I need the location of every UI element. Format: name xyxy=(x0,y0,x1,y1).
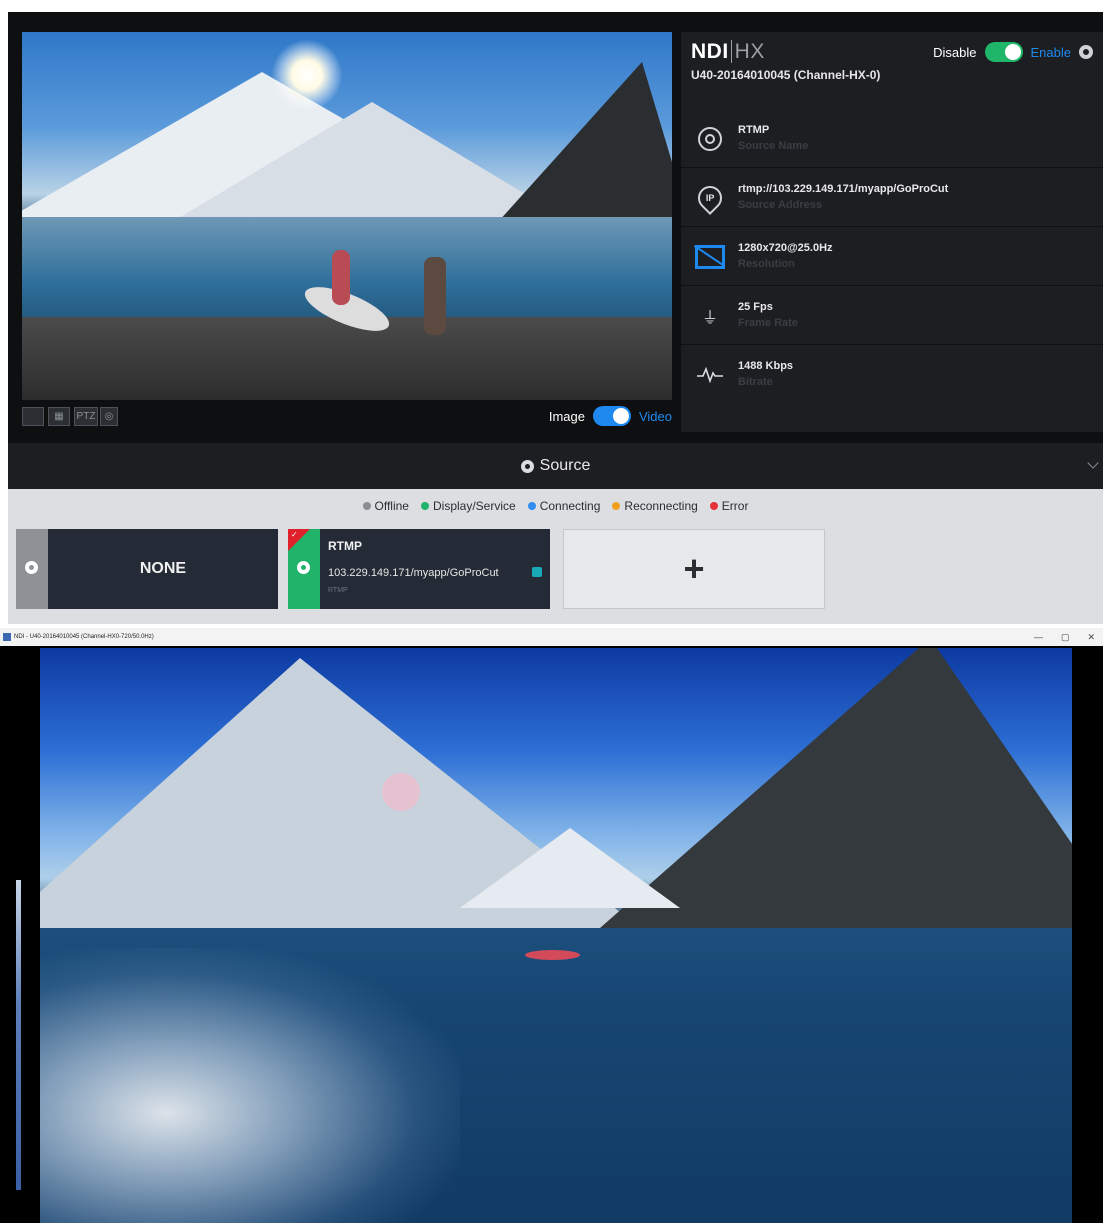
legend-label: Connecting xyxy=(539,499,601,513)
preview-toolbar: ▦ PTZ ◎ Image Video xyxy=(22,402,672,430)
image-video-switch: Image Video xyxy=(549,402,672,430)
image-label: Image xyxy=(548,408,585,424)
legend-label: Offline xyxy=(374,499,409,513)
lens-flare xyxy=(382,773,420,811)
source-title: Source xyxy=(539,457,591,474)
source-camera-icon xyxy=(520,459,534,473)
preview-person-2 xyxy=(424,257,446,335)
pulse-icon xyxy=(695,360,725,390)
legend-label: Error xyxy=(721,499,749,513)
card-label: NONE xyxy=(139,560,187,577)
toggle-knob xyxy=(1004,44,1021,60)
video-kayak xyxy=(525,950,580,960)
legend-label: Display/Service xyxy=(432,499,516,513)
audio-level-meter xyxy=(16,880,21,1190)
status-dot-icon xyxy=(612,502,621,510)
legend-label: Reconnecting xyxy=(624,499,698,513)
ndi-hx-logo: NDI HX xyxy=(691,40,765,64)
card-title: RTMP xyxy=(328,539,362,553)
video-label: Video xyxy=(638,408,672,424)
enable-label: Enable xyxy=(1030,44,1071,60)
card-subtitle: RTMP xyxy=(328,587,348,594)
legend-error: Error xyxy=(709,499,749,513)
stream-info-panel: NDI HX U40-20164010045 (Channel-HX-0) Dis… xyxy=(681,32,1103,432)
info-row-bitrate: 1488 Kbps Bitrate xyxy=(681,346,1103,404)
preview-rocks xyxy=(22,317,672,400)
resolution-value: 1280x720@25.0Hz xyxy=(738,242,833,254)
ndi-viewer-window: NDI - U40-20164010045 (Channel-HX0-720/5… xyxy=(0,628,1103,1223)
close-button[interactable]: ✕ xyxy=(1087,628,1095,646)
ndi-enable-toggle[interactable] xyxy=(984,42,1023,62)
legend-reconnecting: Reconnecting xyxy=(612,499,698,513)
resolution-label: Resolution xyxy=(738,258,795,270)
info-row-source-name: RTMP Source Name xyxy=(681,110,1103,168)
target-icon: ◎ xyxy=(104,411,114,422)
info-row-resolution: 1280x720@25.0Hz Resolution xyxy=(681,228,1103,286)
ndi-enable-control: Disable Enable xyxy=(933,42,1093,62)
bitrate-value: 1488 Kbps xyxy=(738,360,794,372)
frame-rate-label: Frame Rate xyxy=(738,317,798,329)
legend-offline: Offline xyxy=(362,499,409,513)
bitrate-label: Bitrate xyxy=(738,376,773,388)
hx-logo-text: HX xyxy=(730,40,765,63)
edit-icon[interactable] xyxy=(532,567,542,577)
toggle-knob xyxy=(612,408,629,424)
legend-connecting: Connecting xyxy=(527,499,601,513)
source-name-value: RTMP xyxy=(738,124,770,136)
camera-icon xyxy=(297,561,310,574)
source-name-label: Source Name xyxy=(738,140,809,152)
image-video-toggle[interactable] xyxy=(592,406,631,426)
ptz-button[interactable]: PTZ xyxy=(74,407,98,426)
grid-icon: ▦ xyxy=(54,411,64,422)
preview-person-1 xyxy=(332,250,350,305)
status-dot-icon xyxy=(362,502,371,510)
source-address-label: Source Address xyxy=(738,199,822,211)
video-preview xyxy=(22,32,672,400)
status-dot-icon xyxy=(420,502,429,510)
card-status-strip xyxy=(16,529,48,609)
status-legend: Offline Display/Service Connecting Recon… xyxy=(8,499,1103,513)
preview-sun xyxy=(272,40,342,110)
source-section-header[interactable]: Source xyxy=(8,443,1103,489)
disable-label: Disable xyxy=(933,44,977,60)
ndi-logo-text: NDI xyxy=(691,40,729,63)
water-glare xyxy=(40,948,460,1223)
viewer-titlebar: NDI - U40-20164010045 (Channel-HX0-720/5… xyxy=(0,628,1103,646)
maximize-button[interactable]: ▢ xyxy=(1061,628,1070,646)
status-dot-icon xyxy=(709,502,718,510)
ndi-video-output xyxy=(40,648,1072,1223)
ptz-settings-button[interactable]: ◎ xyxy=(100,407,118,426)
info-row-source-address: IP rtmp://103.229.149.171/myapp/GoProCut… xyxy=(681,169,1103,227)
video-mountain-center xyxy=(460,828,680,908)
camera-stand-icon: ⏚ xyxy=(701,310,718,327)
window-controls: — ▢ ✕ xyxy=(1034,628,1095,646)
info-row-frame-rate: ⏚ 25 Fps Frame Rate xyxy=(681,287,1103,345)
minimize-button[interactable]: — xyxy=(1034,628,1043,646)
camera-icon xyxy=(25,561,38,574)
source-card-none[interactable]: NONE xyxy=(16,529,278,609)
card-address: 103.229.149.171/myapp/GoProCut xyxy=(328,567,499,579)
gear-icon[interactable] xyxy=(1079,45,1093,59)
plus-icon: + xyxy=(683,548,705,589)
ndi-converter-app: ▦ PTZ ◎ Image Video NDI HX U40-2016401004… xyxy=(8,12,1103,624)
ip-pin-icon: IP xyxy=(693,181,727,215)
add-source-button[interactable]: + xyxy=(563,529,825,609)
monitor-icon xyxy=(695,242,725,272)
source-ring-icon xyxy=(695,124,725,154)
chevron-down-icon[interactable] xyxy=(1087,457,1099,469)
frame-rate-value: 25 Fps xyxy=(738,301,773,313)
check-icon: ✓ xyxy=(291,530,298,539)
viewer-window-title: NDI - U40-20164010045 (Channel-HX0-720/5… xyxy=(14,634,154,640)
legend-display-service: Display/Service xyxy=(420,499,516,513)
source-address-value: rtmp://103.229.149.171/myapp/GoProCut xyxy=(738,183,949,195)
device-name: U40-20164010045 (Channel-HX-0) xyxy=(691,68,881,82)
layout-grid-button[interactable]: ▦ xyxy=(48,407,70,426)
source-list: Offline Display/Service Connecting Recon… xyxy=(8,489,1103,624)
status-dot-icon xyxy=(527,502,536,510)
layout-single-button[interactable] xyxy=(22,407,44,426)
app-icon xyxy=(3,633,11,641)
source-card-rtmp[interactable]: ✓ RTMP 103.229.149.171/myapp/GoProCut RT… xyxy=(288,529,550,609)
